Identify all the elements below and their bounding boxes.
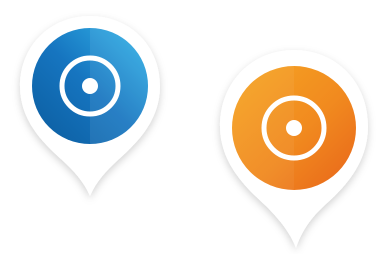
blue-pin-graphic bbox=[20, 16, 160, 196]
orange-pin-graphic bbox=[220, 50, 368, 248]
blue-map-pin[interactable] bbox=[14, 12, 166, 200]
orange-map-pin[interactable] bbox=[212, 46, 372, 252]
canvas bbox=[0, 0, 390, 254]
